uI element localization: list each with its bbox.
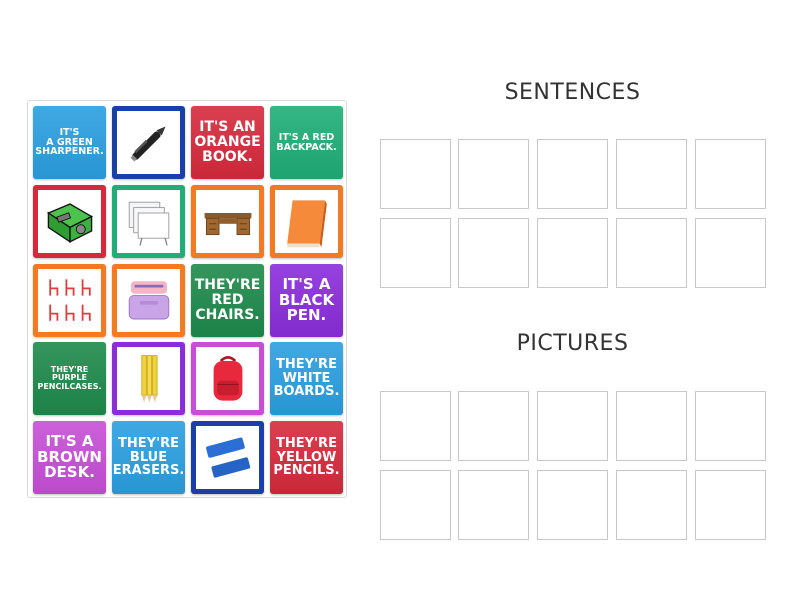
pencils-icon bbox=[122, 352, 176, 406]
sentence-card[interactable]: THEY'RE BLUE ERASERS. bbox=[112, 421, 185, 494]
pen-icon bbox=[122, 116, 176, 170]
sentence-card[interactable]: THEY'RE YELLOW PENCILS. bbox=[270, 421, 343, 494]
picture-drop-slot[interactable] bbox=[380, 470, 451, 540]
desk-icon bbox=[201, 195, 255, 249]
picture-card[interactable] bbox=[270, 185, 343, 258]
sentence-card[interactable]: THEY'RE PURPLE PENCILCASES. bbox=[33, 342, 106, 415]
sentence-card-text: IT'S A BLACK PEN. bbox=[278, 274, 335, 325]
sentence-drop-slot[interactable] bbox=[695, 139, 766, 209]
picture-card[interactable] bbox=[112, 185, 185, 258]
picture-drop-slot[interactable] bbox=[537, 470, 608, 540]
picture-card[interactable] bbox=[191, 421, 264, 494]
picture-drop-slot[interactable] bbox=[695, 391, 766, 461]
whiteboards-icon bbox=[122, 195, 176, 249]
sentence-card-text: THEY'RE RED CHAIRS. bbox=[194, 277, 261, 323]
sentence-card-text: THEY'RE WHITE BOARDS. bbox=[273, 357, 340, 400]
sentence-drop-slot[interactable] bbox=[458, 218, 529, 288]
sentence-drop-slot[interactable] bbox=[616, 218, 687, 288]
sentence-card[interactable]: THEY'RE RED CHAIRS. bbox=[191, 264, 264, 337]
sentence-card-text: THEY'RE YELLOW PENCILS. bbox=[273, 436, 340, 479]
book-icon bbox=[280, 195, 334, 249]
sentence-drop-slot[interactable] bbox=[458, 139, 529, 209]
picture-drop-slot[interactable] bbox=[380, 391, 451, 461]
sentence-drop-slot[interactable] bbox=[380, 218, 451, 288]
sentence-drop-slot[interactable] bbox=[537, 218, 608, 288]
picture-drop-slot[interactable] bbox=[616, 391, 687, 461]
sentence-card[interactable]: IT'S AN ORANGE BOOK. bbox=[191, 106, 264, 179]
erasers-icon bbox=[201, 431, 255, 485]
sentence-card-text: IT'S A BROWN DESK. bbox=[37, 431, 102, 482]
picture-card[interactable] bbox=[33, 264, 106, 337]
card-board: IT'S A GREEN SHARPENER. IT'S AN ORANGE B… bbox=[27, 100, 347, 498]
sharpener-icon bbox=[43, 195, 97, 249]
picture-drop-slot[interactable] bbox=[537, 391, 608, 461]
sentence-card[interactable]: IT'S A BLACK PEN. bbox=[270, 264, 343, 337]
picture-card[interactable] bbox=[33, 185, 106, 258]
sentence-card-text: IT'S A RED BACKPACK. bbox=[276, 131, 337, 153]
chairs-icon bbox=[43, 274, 97, 328]
picture-card[interactable] bbox=[112, 342, 185, 415]
sentence-card-text: IT'S A GREEN SHARPENER. bbox=[35, 126, 104, 158]
sentence-card[interactable]: IT'S A GREEN SHARPENER. bbox=[33, 106, 106, 179]
picture-drop-slot[interactable] bbox=[695, 470, 766, 540]
sentence-card[interactable]: IT'S A RED BACKPACK. bbox=[270, 106, 343, 179]
picture-drop-slot[interactable] bbox=[458, 470, 529, 540]
backpack-icon bbox=[201, 352, 255, 406]
picture-card[interactable] bbox=[191, 342, 264, 415]
picture-drop-slot[interactable] bbox=[458, 391, 529, 461]
picture-card[interactable] bbox=[112, 264, 185, 337]
sentence-card-text: THEY'RE BLUE ERASERS. bbox=[112, 436, 185, 479]
sentence-drop-slot[interactable] bbox=[537, 139, 608, 209]
sentence-card[interactable]: IT'S A BROWN DESK. bbox=[33, 421, 106, 494]
picture-drop-slot[interactable] bbox=[616, 470, 687, 540]
sentences-heading: SENTENCES bbox=[504, 80, 641, 105]
sentence-card-text: THEY'RE PURPLE PENCILCASES. bbox=[37, 364, 102, 391]
pencilcase-icon bbox=[122, 274, 176, 328]
sentence-card-text: IT'S AN ORANGE BOOK. bbox=[194, 119, 261, 165]
pictures-heading: PICTURES bbox=[516, 331, 629, 356]
sentence-drop-slot[interactable] bbox=[380, 139, 451, 209]
picture-card[interactable] bbox=[191, 185, 264, 258]
sentence-drop-slot[interactable] bbox=[616, 139, 687, 209]
sentence-drop-slot[interactable] bbox=[695, 218, 766, 288]
sentence-card[interactable]: THEY'RE WHITE BOARDS. bbox=[270, 342, 343, 415]
picture-card[interactable] bbox=[112, 106, 185, 179]
